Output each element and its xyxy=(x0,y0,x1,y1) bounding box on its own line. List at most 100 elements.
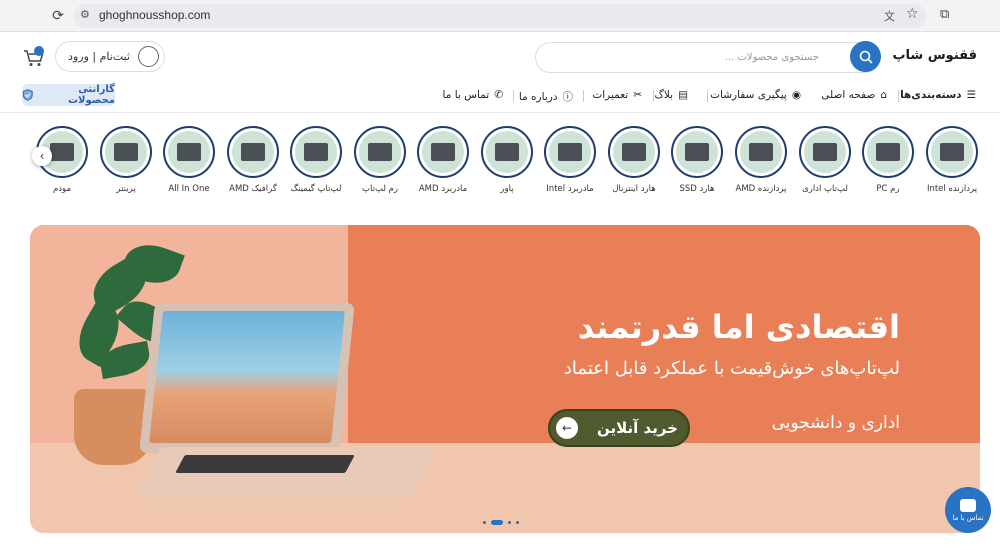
bookmark-star-icon[interactable]: ☆ xyxy=(906,6,919,22)
category-item[interactable]: مادربرد Intel xyxy=(540,126,600,194)
carousel-prev-button[interactable]: ‹ xyxy=(32,146,52,166)
category-item[interactable]: هارد SSD xyxy=(667,126,727,194)
monitor-icon xyxy=(177,143,201,161)
category-item[interactable]: هارد اینترنال xyxy=(604,126,664,194)
nav-divider xyxy=(513,90,514,102)
ssd-icon xyxy=(685,143,709,161)
nav-label: درباره ما xyxy=(518,90,558,103)
category-circle xyxy=(735,126,787,178)
blog-icon: ▤ xyxy=(678,89,688,101)
gaming-laptop-icon xyxy=(304,143,328,161)
category-item[interactable]: مادربرد AMD xyxy=(413,126,473,194)
site-info-icon[interactable]: ⚙ xyxy=(80,8,90,21)
motherboard-icon xyxy=(558,143,582,161)
category-item[interactable]: پاور xyxy=(477,126,537,194)
search-input[interactable]: جستجوی محصولات ... xyxy=(535,42,880,73)
laptop-display xyxy=(149,311,345,443)
guarantee-button[interactable]: گارانتی محصولات xyxy=(22,84,115,106)
hard-drive-icon xyxy=(622,143,646,161)
router-icon xyxy=(50,143,74,161)
nav-label: تعمیرات xyxy=(592,89,629,101)
category-circle xyxy=(799,126,851,178)
nav-item-blog[interactable]: ▤ بلاگ xyxy=(654,89,688,101)
extensions-icon[interactable]: ⧉ xyxy=(940,7,949,22)
nav-item-contact[interactable]: ✆ تماس با ما xyxy=(443,89,503,101)
category-circle xyxy=(544,126,596,178)
category-label: پرینتر xyxy=(116,184,136,194)
plant-pot xyxy=(74,389,152,465)
nav-item-categories[interactable]: ☰ دسته‌بندی‌ها xyxy=(900,89,976,101)
category-item[interactable]: All In One xyxy=(159,126,219,194)
category-label: مادربرد AMD xyxy=(418,184,468,194)
category-label: رم PC xyxy=(876,184,900,194)
nav-item-repairs[interactable]: ✂ تعمیرات xyxy=(592,89,642,101)
category-circle xyxy=(862,126,914,178)
cta-label: خرید آنلاین xyxy=(597,419,678,437)
search-button[interactable] xyxy=(850,41,881,72)
banner-subline: لپ‌تاپ‌های خوش‌قیمت با عملکرد قابل اعتما… xyxy=(563,358,900,379)
nav-divider xyxy=(707,90,708,102)
nav-label: صفحه اصلی xyxy=(821,89,876,101)
contact-us-button[interactable]: تماس با ما xyxy=(945,487,991,533)
category-label: پردازنده AMD xyxy=(735,184,787,194)
category-label: پاور xyxy=(500,184,514,194)
nav-divider xyxy=(898,90,899,102)
search-icon xyxy=(859,50,873,64)
category-circle xyxy=(671,126,723,178)
slider-dot[interactable] xyxy=(483,521,486,524)
nav-item-order-tracking[interactable]: ◉ پیگیری سفارشات xyxy=(710,89,801,101)
menu-icon: ☰ xyxy=(966,89,976,101)
category-circle xyxy=(608,126,660,178)
category-label: مادربرد Intel xyxy=(546,184,594,194)
category-item[interactable]: گرافیک AMD xyxy=(223,126,283,194)
category-item[interactable]: پردازنده Intel xyxy=(922,126,982,194)
category-item[interactable]: لپ‌تاپ گیمینگ xyxy=(286,126,346,194)
category-item[interactable]: رم لپ‌تاپ xyxy=(350,126,410,194)
shield-icon xyxy=(22,89,33,101)
translate-icon[interactable]: 文 xyxy=(884,8,895,24)
category-circle xyxy=(163,126,215,178)
category-circle xyxy=(417,126,469,178)
url-text[interactable]: ghoghnousshop.com xyxy=(99,8,210,22)
reload-icon[interactable]: ⟳ xyxy=(50,8,66,24)
contact-label: تماس با ما xyxy=(952,513,984,522)
cpu-icon xyxy=(749,143,773,161)
slider-dot[interactable] xyxy=(508,521,511,524)
category-item[interactable]: پردازنده AMD xyxy=(731,126,791,194)
nav-label: تماس با ما xyxy=(442,89,490,101)
user-icon xyxy=(138,46,159,67)
nav-label: بلاگ xyxy=(654,89,674,101)
laptop-icon xyxy=(813,143,837,161)
ram-icon xyxy=(368,143,392,161)
nav-item-about[interactable]: ⓘ درباره ما xyxy=(519,89,573,104)
tools-icon: ✂ xyxy=(633,89,642,101)
guarantee-label: گارانتی محصولات xyxy=(67,84,115,106)
category-circle xyxy=(227,126,279,178)
buy-online-button[interactable]: ← خرید آنلاین xyxy=(548,409,690,447)
nav-item-home[interactable]: ⌂ صفحه اصلی xyxy=(821,89,887,101)
category-circle xyxy=(481,126,533,178)
slider-dot[interactable] xyxy=(516,521,519,524)
category-label: هارد اینترنال xyxy=(612,184,656,194)
category-label: پردازنده Intel xyxy=(926,184,978,194)
cart-badge xyxy=(34,46,44,56)
site-logo[interactable]: ققنوس شاپ xyxy=(892,48,977,63)
category-item[interactable]: پرینتر xyxy=(96,126,156,194)
category-label: لپ‌تاپ گیمینگ xyxy=(290,184,342,194)
banner-tagline: اداری و دانشجویی xyxy=(771,413,900,433)
laptop-keyboard xyxy=(175,455,355,473)
hero-banner[interactable]: اقتصادی اما قدرتمند لپ‌تاپ‌های خوش‌قیمت … xyxy=(30,225,980,533)
arrow-left-icon: ← xyxy=(556,417,578,439)
category-label: مودم xyxy=(53,184,71,194)
category-circle xyxy=(290,126,342,178)
nav-divider xyxy=(653,90,654,102)
power-supply-icon xyxy=(495,143,519,161)
nav-label: پیگیری سفارشات xyxy=(710,89,787,101)
slider-dot-active[interactable] xyxy=(491,520,503,525)
category-item[interactable]: رم PC xyxy=(858,126,918,194)
category-circle xyxy=(926,126,978,178)
category-label: گرافیک AMD xyxy=(229,184,277,194)
motherboard-icon xyxy=(431,143,455,161)
category-label: رم لپ‌تاپ xyxy=(362,184,398,194)
category-item[interactable]: لپ‌تاپ اداری xyxy=(795,126,855,194)
